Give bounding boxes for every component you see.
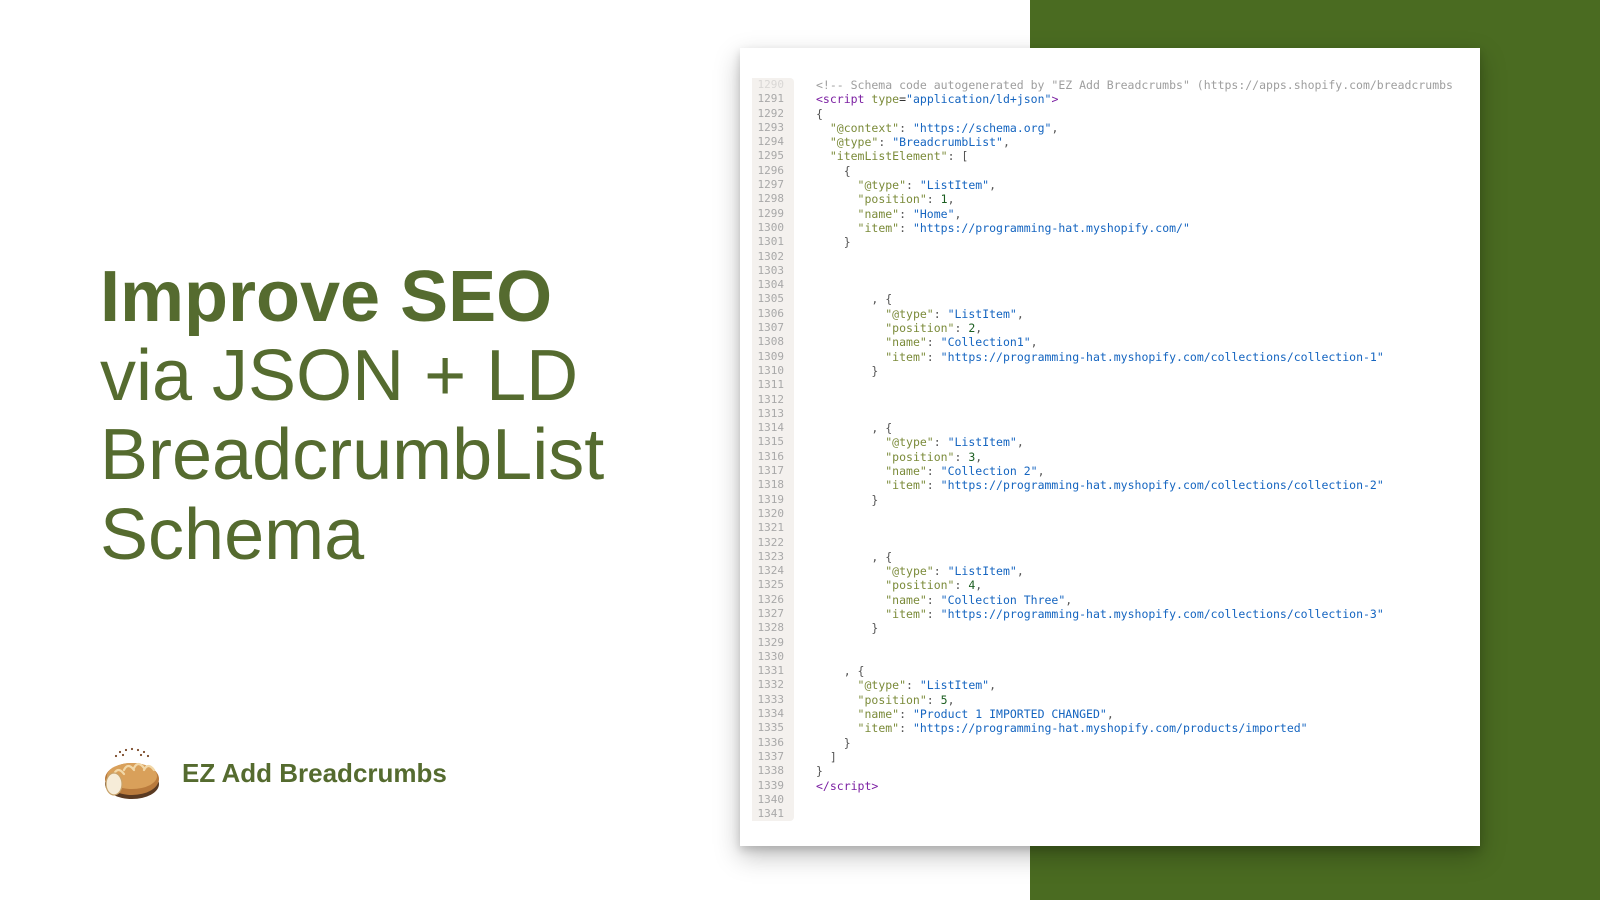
- brand-block: EZ Add Breadcrumbs: [100, 746, 447, 800]
- headline-line4: Schema: [100, 495, 364, 575]
- headline-line3: BreadcrumbList: [100, 415, 604, 495]
- headline-line2: via JSON + LD: [100, 336, 578, 416]
- brand-name: EZ Add Breadcrumbs: [182, 758, 447, 789]
- headline-block: Improve SEO via JSON + LD BreadcrumbList…: [100, 258, 680, 575]
- bread-icon: [100, 746, 164, 800]
- code-card: 1290129112921293129412951296129712981299…: [740, 48, 1480, 846]
- line-number-gutter: 1290129112921293129412951296129712981299…: [752, 78, 794, 821]
- headline-bold: Improve SEO: [100, 257, 552, 337]
- code-content: <!-- Schema code autogenerated by "EZ Ad…: [794, 78, 1452, 793]
- headline: Improve SEO via JSON + LD BreadcrumbList…: [100, 258, 680, 575]
